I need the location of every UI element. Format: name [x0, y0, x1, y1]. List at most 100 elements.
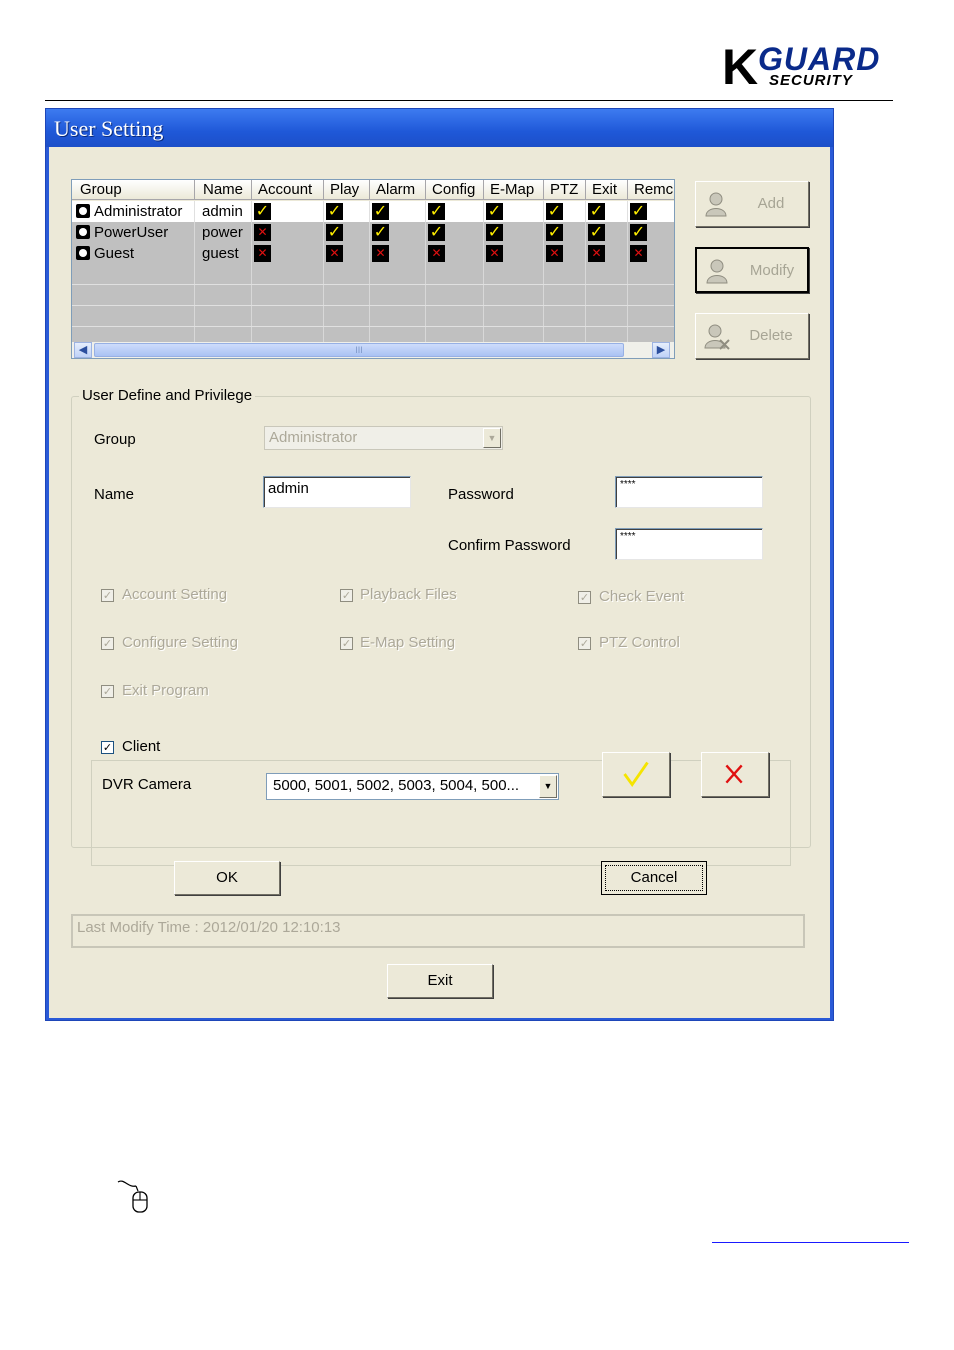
col-group[interactable]: Group	[72, 180, 195, 200]
col-name[interactable]: Name	[195, 180, 252, 200]
window-title: User Setting	[54, 116, 164, 141]
delete-button[interactable]: Delete	[695, 313, 809, 359]
password-label: Password	[448, 486, 514, 503]
account-setting-label: Account Setting	[122, 586, 228, 603]
col-alarm[interactable]: Alarm	[370, 180, 426, 200]
password-field-value: ****	[620, 479, 636, 490]
check-icon: ✓	[546, 222, 563, 241]
scroll-left-icon[interactable]: ◀	[74, 342, 92, 358]
ok-button[interactable]: OK	[174, 861, 280, 895]
exit-program-checkbox[interactable]: ✓	[101, 685, 114, 698]
cross-icon: ✕	[486, 245, 503, 262]
cross-icon: ✕	[546, 245, 563, 262]
dialog-body: Group Name Account Play Alarm Config E-M…	[49, 147, 830, 1018]
col-exit[interactable]: Exit	[586, 180, 628, 200]
logo-k: K	[722, 39, 759, 95]
dvr-camera-select[interactable]: 5000, 5001, 5002, 5003, 5004, 500... ▼	[266, 773, 559, 800]
check-icon: ✓	[254, 201, 271, 220]
cross-icon: ✕	[254, 245, 271, 262]
row-group: Administrator	[94, 203, 183, 220]
check-icon: ✓	[372, 222, 389, 241]
row-name: guest	[195, 243, 252, 264]
header-divider	[45, 100, 893, 101]
col-ptz[interactable]: PTZ	[544, 180, 586, 200]
logo-security: SECURITY	[769, 72, 853, 89]
col-emap[interactable]: E-Map	[484, 180, 544, 200]
check-icon: ✓	[486, 222, 503, 241]
col-remote[interactable]: Remc	[628, 180, 674, 200]
group-icon	[76, 246, 90, 261]
footer-link-underline[interactable]	[712, 1242, 909, 1243]
user-setting-window: User Setting Group Name Account Play Ala…	[45, 108, 834, 1021]
scroll-right-icon[interactable]: ▶	[652, 342, 670, 358]
confirm-password-label: Confirm Password	[448, 537, 571, 554]
cancel-button[interactable]: Cancel	[601, 861, 707, 895]
horizontal-scrollbar[interactable]: ◀ III ▶	[72, 342, 674, 358]
title-bar[interactable]: User Setting	[46, 109, 833, 147]
check-event-checkbox[interactable]: ✓	[578, 591, 591, 604]
row-group: Guest	[94, 245, 135, 262]
confirm-password-field[interactable]: ****	[615, 528, 763, 560]
group-icon	[76, 204, 90, 219]
group-select[interactable]: Administrator ▼	[264, 426, 503, 450]
chevron-down-icon: ▼	[483, 428, 501, 448]
check-icon: ✓	[326, 201, 343, 220]
col-config[interactable]: Config	[426, 180, 484, 200]
check-icon: ✓	[588, 201, 605, 220]
cross-icon: ✕	[630, 245, 647, 262]
scroll-thumb[interactable]: III	[94, 343, 624, 357]
check-icon: ✓	[372, 201, 389, 220]
logo-guard: GUARD	[758, 41, 881, 77]
modify-button[interactable]: Modify	[695, 247, 809, 293]
check-icon: ✓	[486, 201, 503, 220]
table-row[interactable]: Administrator admin ✓ ✓ ✓ ✓ ✓ ✓ ✓ ✓	[72, 201, 674, 222]
empty-rows	[72, 264, 674, 342]
mouse-icon	[117, 1180, 148, 1213]
check-icon: ✓	[546, 201, 563, 220]
check-event-label: Check Event	[599, 588, 685, 605]
password-field[interactable]: ****	[615, 476, 763, 508]
playback-files-label: Playback Files	[360, 586, 457, 603]
account-setting-checkbox[interactable]: ✓	[101, 589, 114, 602]
table-row[interactable]: PowerUser power ✕ ✓ ✓ ✓ ✓ ✓ ✓ ✓	[72, 222, 674, 243]
configure-setting-label: Configure Setting	[122, 634, 238, 651]
table-row[interactable]: Guest guest ✕ ✕ ✕ ✕ ✕ ✕ ✕ ✕	[72, 243, 674, 264]
focus-rect	[605, 865, 703, 891]
col-play[interactable]: Play	[324, 180, 370, 200]
modify-label: Modify	[749, 262, 795, 279]
emap-setting-checkbox[interactable]: ✓	[340, 637, 353, 650]
row-name: admin	[195, 201, 252, 222]
cross-icon: ✕	[588, 245, 605, 262]
delete-user-icon	[704, 324, 730, 350]
ptz-control-checkbox[interactable]: ✓	[578, 637, 591, 650]
cross-icon	[725, 764, 743, 784]
cross-icon: ✕	[326, 245, 343, 262]
configure-setting-checkbox[interactable]: ✓	[101, 637, 114, 650]
check-icon: ✓	[326, 222, 343, 241]
cross-icon: ✕	[372, 245, 389, 262]
privilege-legend: User Define and Privilege	[79, 387, 256, 404]
playback-files-checkbox[interactable]: ✓	[340, 589, 353, 602]
add-button[interactable]: Add	[695, 181, 809, 227]
chevron-down-icon[interactable]: ▼	[539, 775, 557, 798]
row-group: PowerUser	[94, 224, 169, 241]
name-field-value: admin	[268, 480, 309, 497]
col-account[interactable]: Account	[252, 180, 324, 200]
check-icon: ✓	[630, 222, 647, 241]
cancel-x-button[interactable]	[701, 752, 769, 797]
check-icon: ✓	[588, 222, 605, 241]
modify-user-icon	[706, 259, 728, 284]
confirm-button[interactable]	[602, 752, 670, 797]
check-icon: ✓	[428, 201, 445, 220]
group-label: Group	[94, 431, 136, 448]
name-label: Name	[94, 486, 135, 503]
last-modify-text: Last Modify Time : 2012/01/20 12:10:13	[77, 919, 341, 936]
ptz-control-label: PTZ Control	[599, 634, 680, 651]
add-user-icon	[705, 192, 727, 217]
client-checkbox[interactable]: ✓	[101, 741, 114, 754]
grid-header: Group Name Account Play Alarm Config E-M…	[72, 180, 674, 201]
name-field[interactable]: admin	[263, 476, 411, 508]
exit-button[interactable]: Exit	[387, 964, 493, 998]
dvr-camera-label: DVR Camera	[102, 776, 192, 793]
check-icon: ✓	[630, 201, 647, 220]
